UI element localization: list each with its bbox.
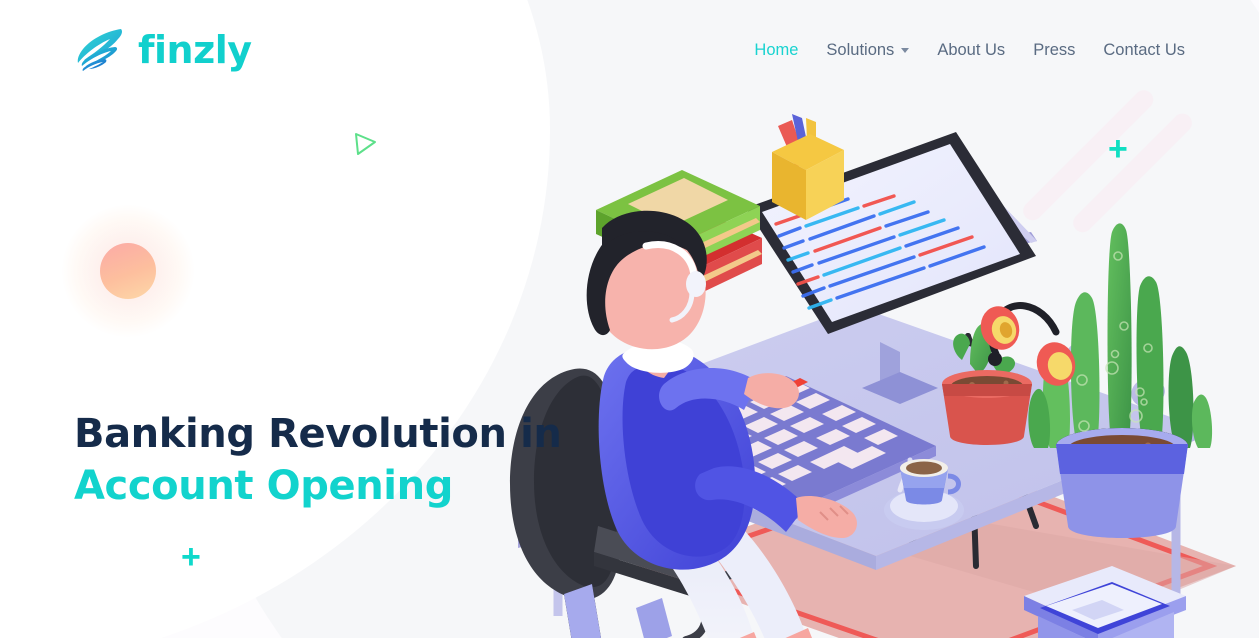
chevron-down-icon	[901, 47, 910, 53]
nav-item-contact-us[interactable]: Contact Us	[1103, 41, 1185, 60]
landing-page: + finzly Home Solutions About Us Press C…	[0, 0, 1259, 638]
nav-item-label: Solutions	[826, 40, 895, 59]
hero-headline-line-1: Banking Revolution in	[74, 411, 562, 457]
hero-heading-block: Banking Revolution in Account Opening	[74, 408, 562, 512]
nav-item-label: About Us	[937, 40, 1006, 59]
pencil-cup	[772, 114, 844, 220]
developer-at-desk-isometric-illustration	[476, 96, 1236, 638]
brand-logo-link[interactable]: finzly	[74, 27, 252, 73]
play-triangle-outline-icon	[355, 133, 376, 155]
peach-circle	[100, 243, 156, 299]
nav-item-label: Press	[1033, 40, 1076, 59]
hero-headline-line-2: Account Opening	[74, 463, 453, 509]
brand-name: finzly	[138, 28, 252, 72]
site-header: finzly Home Solutions About Us Press Con…	[0, 0, 1259, 100]
nav-item-about-us[interactable]: About Us	[937, 41, 1005, 60]
nav-item-label: Home	[754, 40, 799, 59]
feather-wing-icon	[77, 29, 122, 71]
nav-item-press[interactable]: Press	[1033, 41, 1075, 60]
plus-decoration-icon: +	[181, 538, 201, 576]
main-navigation: Home Solutions About Us Press Contact Us	[754, 41, 1185, 60]
nav-item-label: Contact Us	[1103, 40, 1185, 59]
nav-item-solutions[interactable]: Solutions	[826, 40, 910, 60]
nav-item-home[interactable]: Home	[754, 41, 798, 60]
